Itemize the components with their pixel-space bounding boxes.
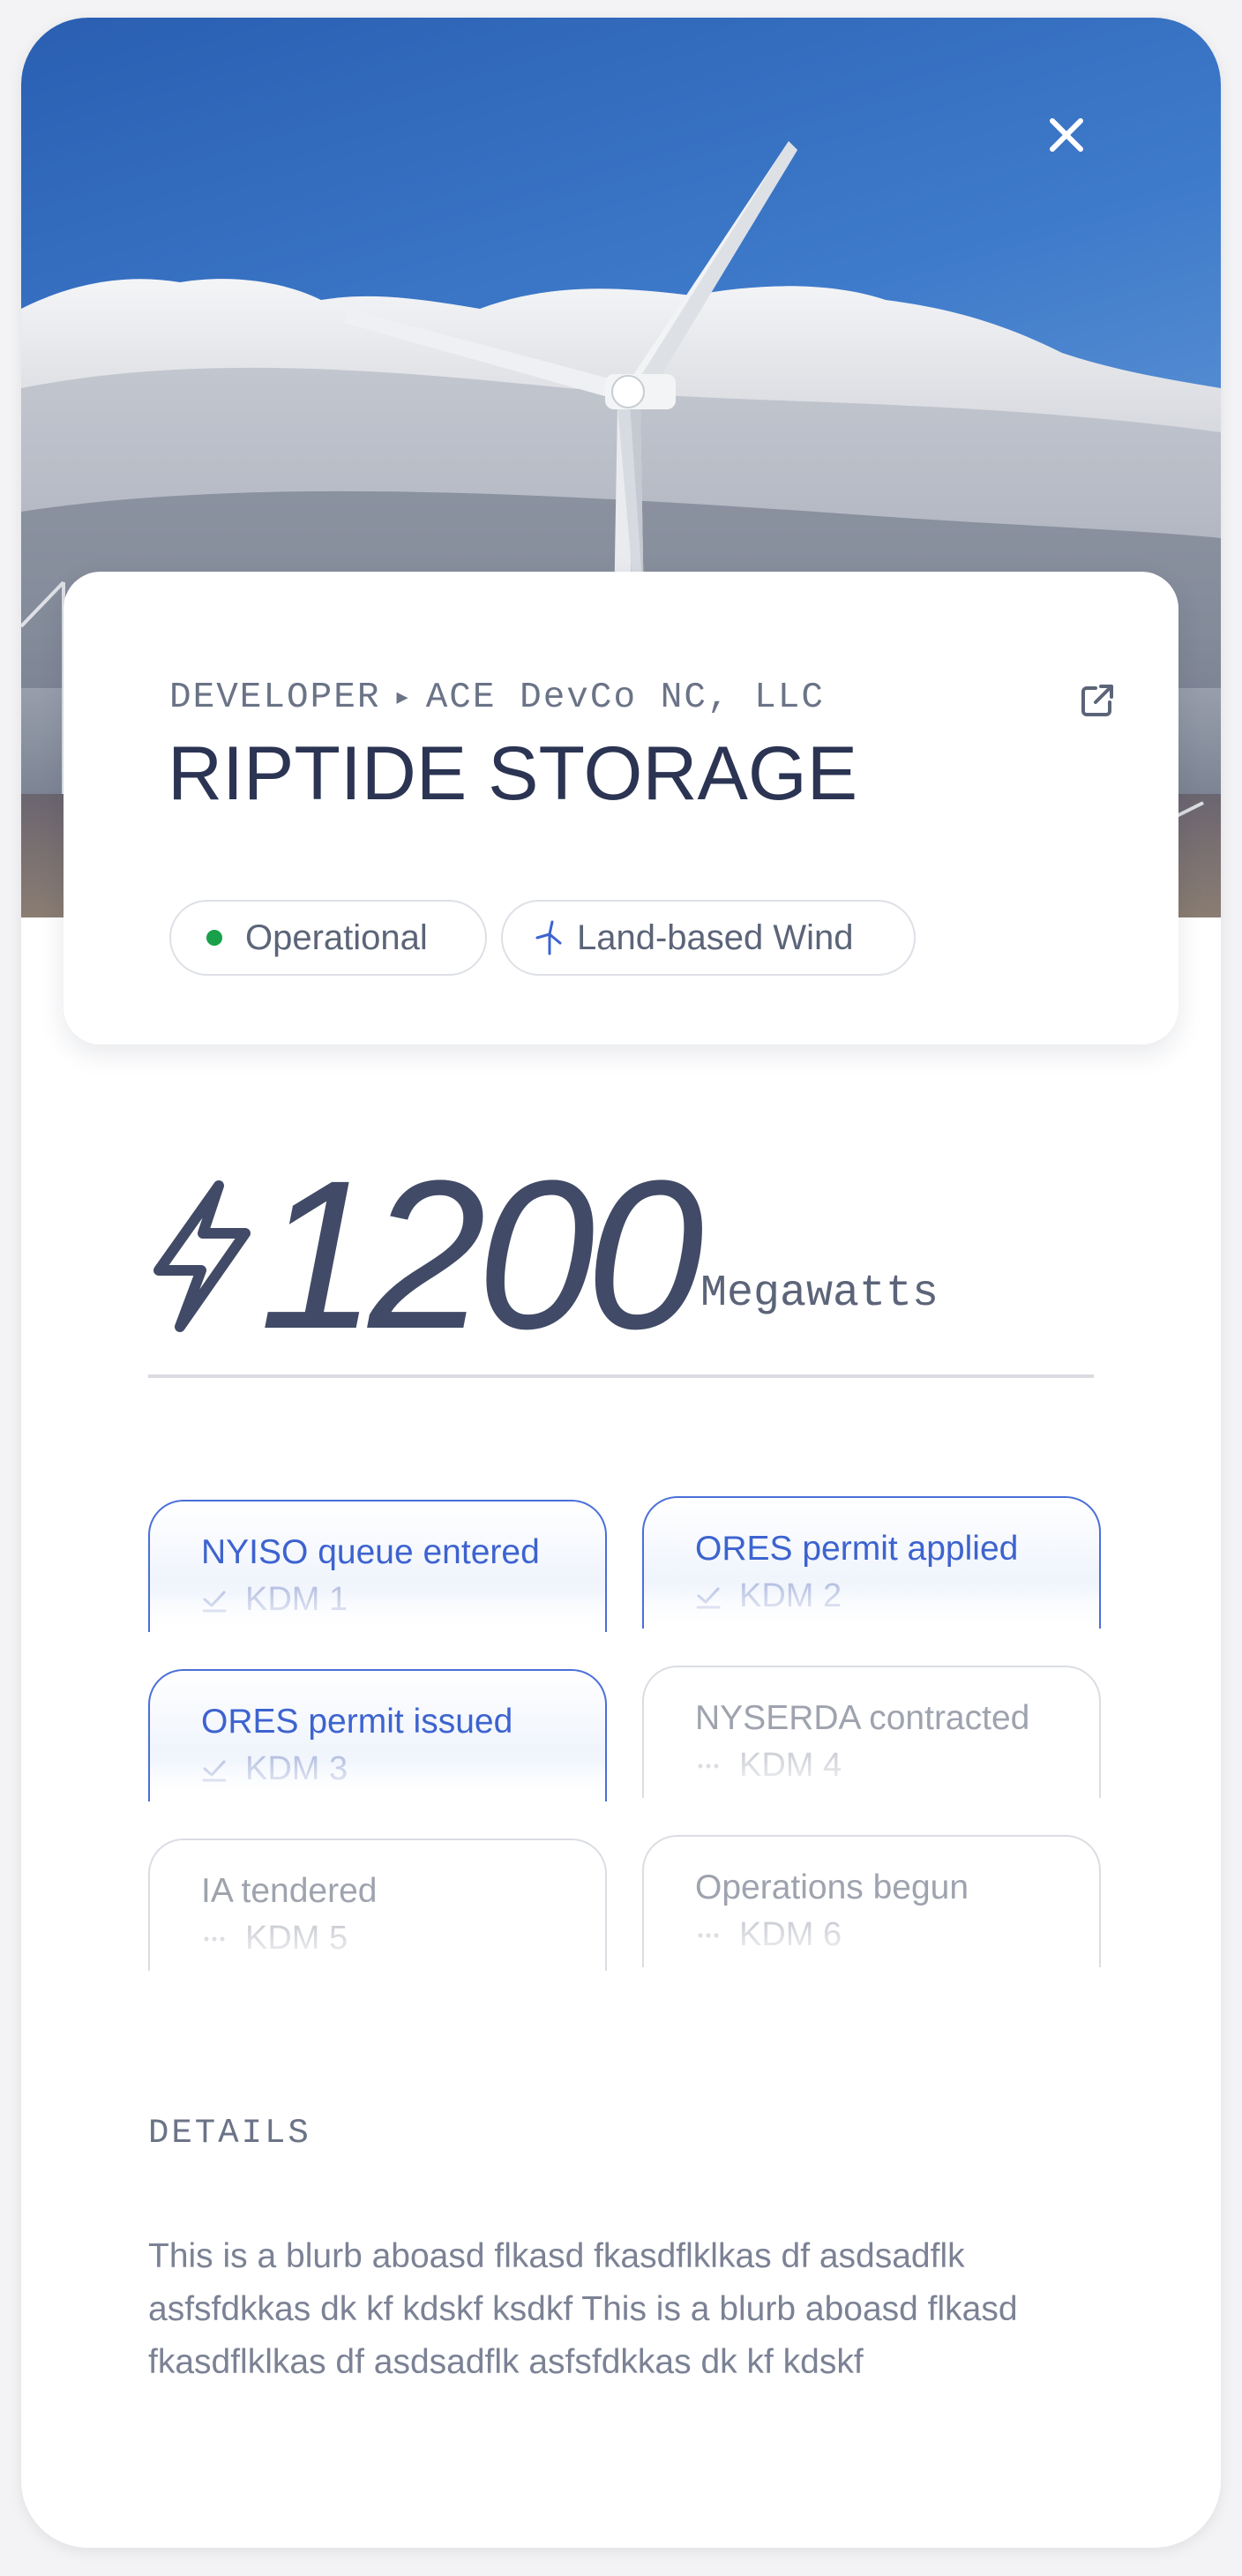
lightning-bolt-icon [153,1180,251,1332]
milestone-kdm-5[interactable]: IA tendered KDM 5 [148,1838,607,1971]
capacity-value: 1200 [259,1136,704,1373]
check-icon [202,1760,227,1781]
milestone-kdm-3[interactable]: ORES permit issued KDM 3 [148,1669,607,1801]
milestone-code: KDM 6 [739,1916,842,1953]
milestone-code: KDM 5 [245,1920,348,1957]
ellipsis-icon [204,1936,225,1941]
developer-line: DEVELOPER ▶ ACE DevCo NC, LLC [169,676,825,720]
caret-right-icon: ▶ [396,687,410,709]
milestone-code: KDM 1 [245,1581,348,1618]
status-label: Operational [245,917,428,957]
milestone-title: NYSERDA contracted [695,1699,1030,1737]
technology-badge: Land-based Wind [501,900,916,976]
details-text: This is a blurb aboasd flkasd fkasdflklk… [148,2237,1018,2381]
milestone-kdm-6[interactable]: Operations begun KDM 6 [642,1835,1101,1967]
external-link-icon[interactable] [1078,681,1117,720]
milestone-kdm-1[interactable]: NYISO queue entered KDM 1 [148,1500,607,1632]
check-icon [202,1591,227,1612]
developer-name[interactable]: ACE DevCo NC, LLC [426,678,825,718]
divider [148,1374,1094,1378]
close-button[interactable] [1036,104,1097,166]
ellipsis-icon [698,1764,719,1768]
milestone-title: IA tendered [201,1872,378,1910]
developer-label: DEVELOPER [169,678,381,718]
milestone-kdm-4[interactable]: NYSERDA contracted KDM 4 [642,1666,1101,1798]
milestone-code: KDM 2 [739,1577,842,1614]
milestone-code: KDM 4 [739,1747,842,1784]
project-detail-panel: DEVELOPER ▶ ACE DevCo NC, LLC RIPTIDE ST… [21,18,1221,2548]
milestone-kdm-2[interactable]: ORES permit applied KDM 2 [642,1496,1101,1629]
technology-label: Land-based Wind [577,917,854,957]
milestone-code: KDM 3 [245,1750,348,1787]
milestone-title: ORES permit issued [201,1703,513,1741]
milestone-title: ORES permit applied [695,1530,1019,1568]
details-heading: DETAILS [148,2114,311,2153]
project-title: RIPTIDE STORAGE [168,731,858,816]
check-icon [696,1587,721,1608]
milestone-title: NYISO queue entered [201,1533,540,1571]
close-icon [1050,118,1083,152]
milestone-title: Operations begun [695,1868,969,1906]
wind-turbine-icon [535,920,562,955]
ellipsis-icon [698,1933,719,1937]
status-dot-icon [206,930,222,946]
status-badge: Operational [169,900,487,976]
capacity-unit: Megawatts [700,1269,939,1319]
project-summary-card: DEVELOPER ▶ ACE DevCo NC, LLC RIPTIDE ST… [64,572,1178,1045]
